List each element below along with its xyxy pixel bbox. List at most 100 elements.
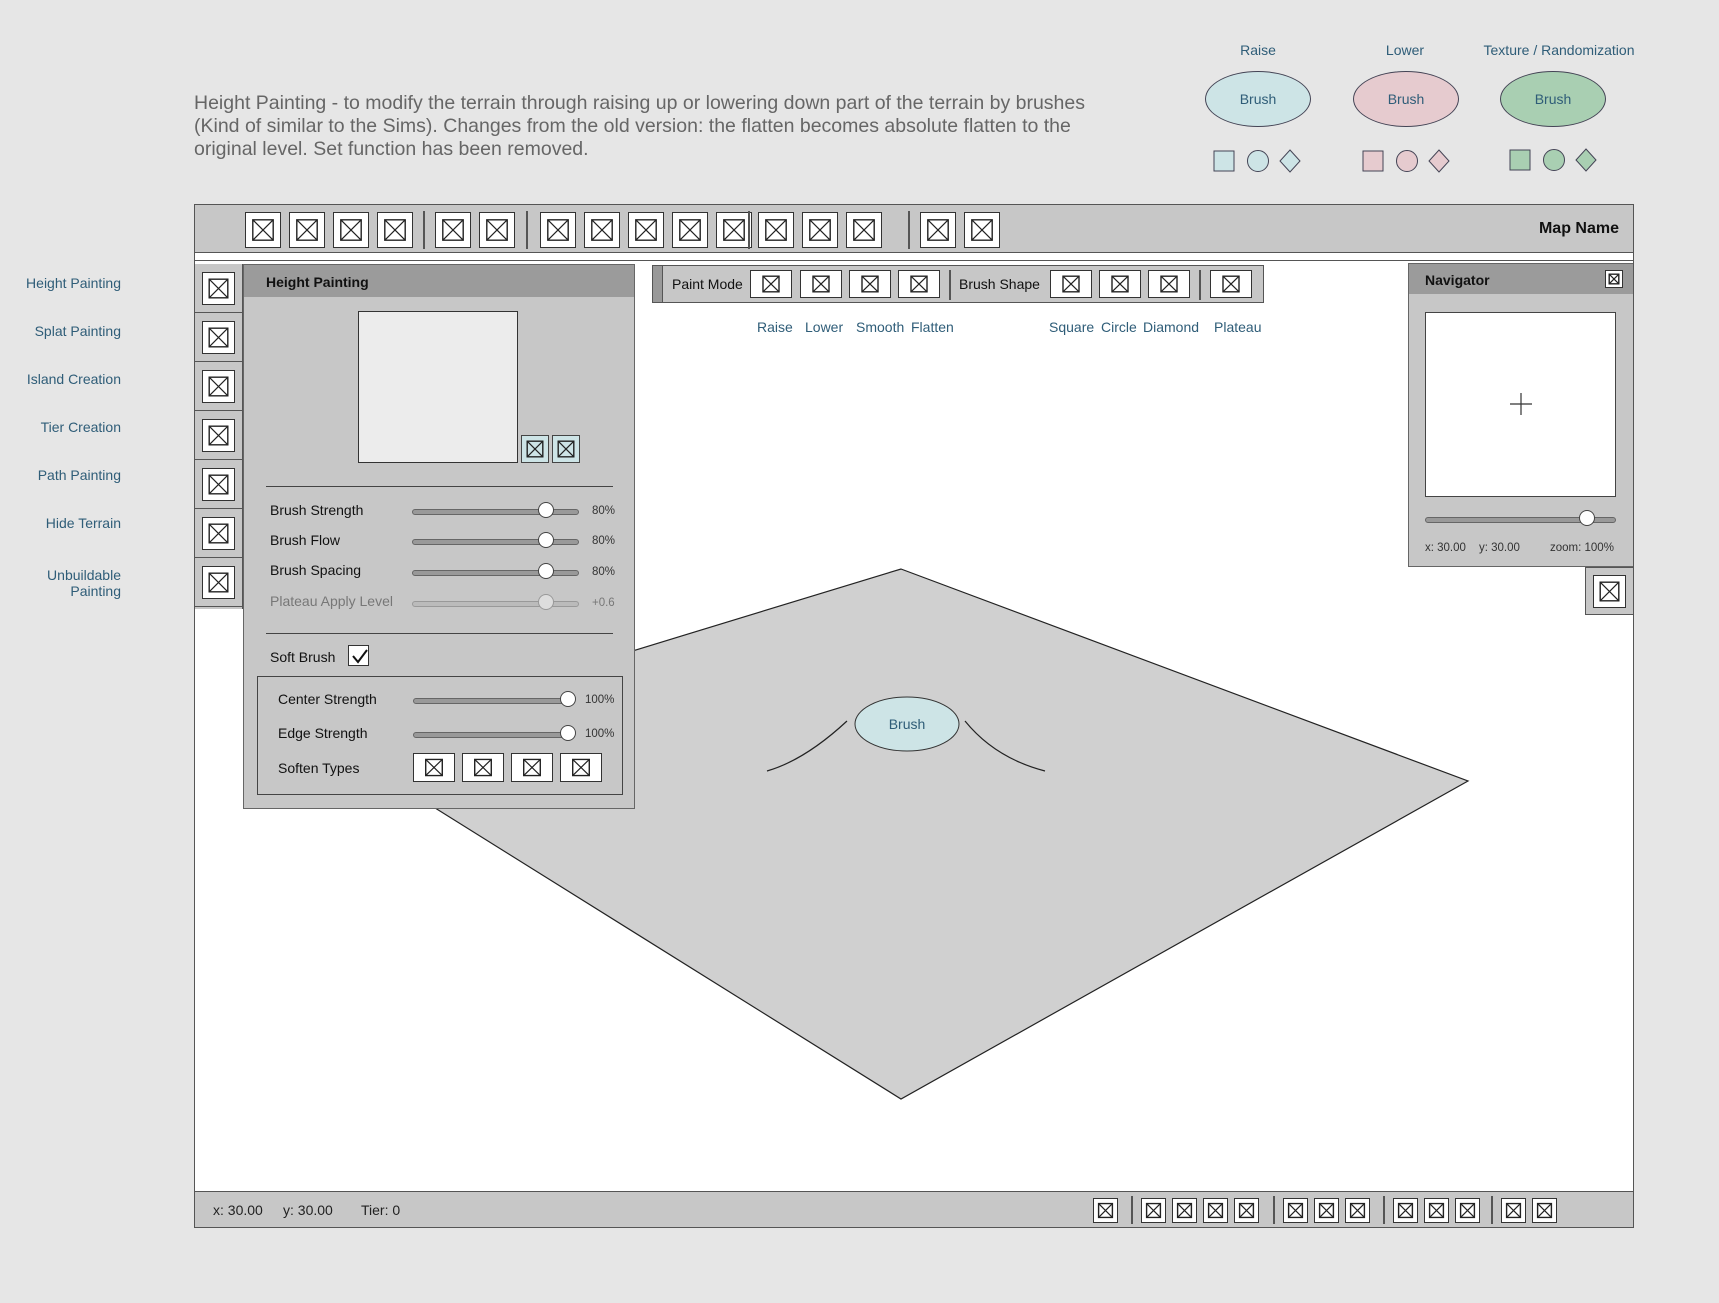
plateau-button[interactable]	[1210, 270, 1252, 298]
status-button-12[interactable]	[1501, 1198, 1526, 1223]
tool-strip-button-5[interactable]	[202, 468, 235, 501]
zoom-slider-knob[interactable]	[1579, 510, 1596, 526]
status-button-2[interactable]	[1141, 1198, 1166, 1223]
brush-flow-knob[interactable]	[537, 532, 554, 548]
soften-type-button-2[interactable]	[462, 753, 504, 782]
status-button-1[interactable]	[1093, 1198, 1118, 1223]
brush-shape-square-button[interactable]	[1050, 270, 1092, 298]
placeholder-icon	[801, 271, 841, 297]
placeholder-icon	[585, 213, 619, 247]
placeholder-icon	[1394, 1199, 1417, 1222]
tool-strip-button-2[interactable]	[202, 321, 235, 354]
toolbar-button-2[interactable]	[289, 212, 325, 248]
paint-mode-flatten-button[interactable]	[898, 270, 940, 298]
tool-strip-button-1[interactable]	[202, 272, 235, 305]
tool-strip-button-6[interactable]	[202, 517, 235, 550]
toolbar-button-15[interactable]	[920, 212, 956, 248]
placeholder-icon	[899, 271, 939, 297]
status-button-11[interactable]	[1455, 1198, 1480, 1223]
navigator-minimap[interactable]	[1425, 312, 1616, 497]
brush-spacing-knob[interactable]	[537, 563, 554, 579]
soften-type-button-1[interactable]	[413, 753, 455, 782]
placeholder-icon	[290, 213, 324, 247]
soften-type-button-4[interactable]	[560, 753, 602, 782]
soften-type-button-3[interactable]	[511, 753, 553, 782]
toolbar-button-16[interactable]	[964, 212, 1000, 248]
paint-mode-lower-button[interactable]	[800, 270, 842, 298]
brush-strength-track[interactable]	[412, 509, 579, 515]
center-strength-knob[interactable]	[560, 691, 576, 707]
status-button-10[interactable]	[1424, 1198, 1449, 1223]
toolbar-button-13[interactable]	[802, 212, 838, 248]
status-button-3[interactable]	[1172, 1198, 1197, 1223]
navigator-toggle-icon[interactable]	[1593, 575, 1626, 608]
soft-brush-label: Soft Brush	[270, 649, 336, 665]
paint-mode-raise-button[interactable]	[750, 270, 792, 298]
toolbar-button-8[interactable]	[584, 212, 620, 248]
status-button-7[interactable]	[1314, 1198, 1339, 1223]
lower-shapes-icon	[1362, 149, 1450, 173]
status-button-4[interactable]	[1203, 1198, 1228, 1223]
status-y: y: 30.00	[283, 1202, 333, 1218]
brush-spacing-track[interactable]	[412, 570, 579, 576]
toolbar-button-14[interactable]	[846, 212, 882, 248]
tool-strip-button-3[interactable]	[202, 370, 235, 403]
toolbar-button-7[interactable]	[540, 212, 576, 248]
placeholder-icon	[1235, 1199, 1258, 1222]
toolbar-button-9[interactable]	[628, 212, 664, 248]
placeholder-icon	[436, 213, 470, 247]
paint-mode-smooth-button[interactable]	[849, 270, 891, 298]
description-text: Height Painting - to modify the terrain …	[194, 92, 1085, 160]
brush-flow-track[interactable]	[412, 539, 579, 545]
status-button-13[interactable]	[1532, 1198, 1557, 1223]
placeholder-icon	[1142, 1199, 1165, 1222]
status-button-8[interactable]	[1345, 1198, 1370, 1223]
preview-button-2[interactable]	[552, 435, 580, 463]
checkmark-icon	[352, 649, 368, 664]
status-button-6[interactable]	[1283, 1198, 1308, 1223]
toolbar-button-3[interactable]	[333, 212, 369, 248]
center-strength-track[interactable]	[413, 698, 568, 704]
side-label-splat-painting: Splat Painting	[34, 323, 121, 339]
toolbar-separator	[1273, 1196, 1275, 1224]
toolbar-button-10[interactable]	[672, 212, 708, 248]
placeholder-icon	[553, 436, 579, 462]
preview-button-1[interactable]	[521, 435, 549, 463]
height-painting-panel: Height Painting Brush Strength 80% Brush…	[243, 264, 635, 809]
placeholder-icon	[561, 754, 601, 781]
toolbar-separator	[1383, 1196, 1385, 1224]
navigator-title: Navigator	[1409, 264, 1633, 294]
tool-strip-button-7[interactable]	[202, 566, 235, 599]
plateau-apply-level-label: Plateau Apply Level	[270, 593, 393, 609]
status-button-5[interactable]	[1234, 1198, 1259, 1223]
toolbar-button-11[interactable]	[716, 212, 752, 248]
placeholder-icon	[203, 273, 234, 304]
navigator-toggle[interactable]	[1585, 567, 1633, 615]
placeholder-icon	[246, 213, 280, 247]
toolbar-button-5[interactable]	[435, 212, 471, 248]
toolbar-button-4[interactable]	[377, 212, 413, 248]
paint-bar-grip[interactable]	[653, 266, 663, 302]
brush-shape-diamond-button[interactable]	[1148, 270, 1190, 298]
soft-brush-checkbox[interactable]	[348, 645, 369, 666]
brush-shape-circle-button[interactable]	[1099, 270, 1141, 298]
edge-strength-knob[interactable]	[560, 725, 576, 741]
tool-strip-button-4[interactable]	[202, 419, 235, 452]
toolbar-button-12[interactable]	[758, 212, 794, 248]
edge-strength-track[interactable]	[413, 732, 568, 738]
toolbar-button-6[interactable]	[479, 212, 515, 248]
placeholder-icon	[1100, 271, 1140, 297]
placeholder-icon	[965, 213, 999, 247]
toolbar-button-1[interactable]	[245, 212, 281, 248]
navigator-close-button[interactable]	[1605, 270, 1623, 288]
toolbar-separator	[908, 211, 910, 249]
placeholder-icon	[1425, 1199, 1448, 1222]
placeholder-icon	[1533, 1199, 1556, 1222]
tool-strip-slot	[195, 362, 242, 411]
legend-texture-title: Texture / Randomization	[1483, 42, 1635, 58]
placeholder-icon	[512, 754, 552, 781]
placeholder-icon	[1606, 271, 1622, 287]
status-button-9[interactable]	[1393, 1198, 1418, 1223]
soft-brush-group: Center Strength 100% Edge Strength 100% …	[257, 676, 623, 795]
brush-strength-knob[interactable]	[537, 502, 554, 518]
